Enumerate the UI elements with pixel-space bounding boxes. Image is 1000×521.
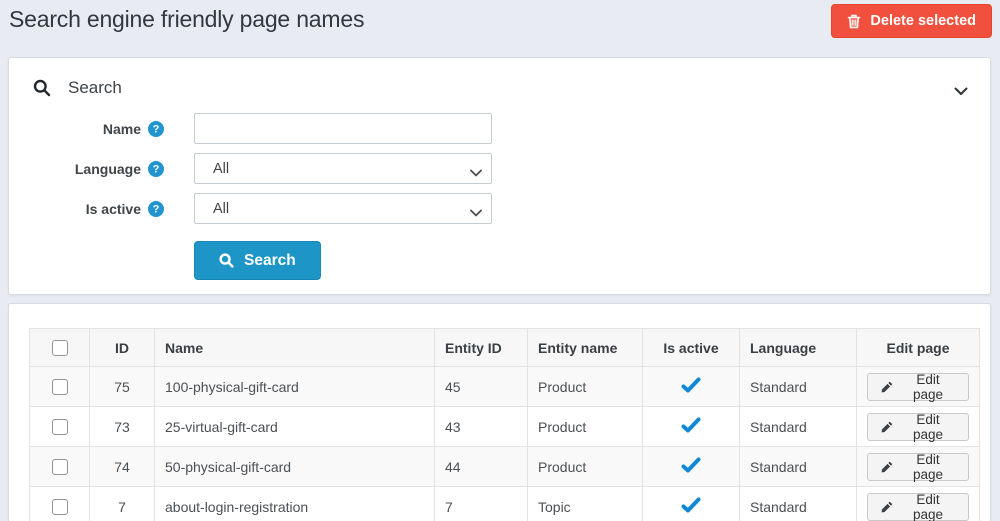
is-active-select[interactable]: All [194, 193, 492, 224]
cell-entity-name: Product [528, 407, 643, 447]
edit-page-button-label: Edit page [901, 452, 955, 482]
table-row: 75 100-physical-gift-card 45 Product Sta… [30, 367, 980, 407]
top-bar: Search engine friendly page names Delete… [0, 0, 1000, 52]
cell-id: 73 [90, 407, 155, 447]
column-header-language: Language [740, 329, 857, 367]
edit-page-button-label: Edit page [901, 492, 955, 521]
column-header-id: ID [90, 329, 155, 367]
search-panel-header[interactable]: Search [9, 58, 990, 104]
column-header-entity-id: Entity ID [435, 329, 528, 367]
is-active-field-row: Is active ? All [9, 193, 990, 224]
name-input[interactable] [194, 113, 492, 144]
column-header-edit-page: Edit page [857, 329, 980, 367]
cell-entity-name: Product [528, 367, 643, 407]
cell-language: Standard [740, 447, 857, 487]
pencil-icon [881, 421, 893, 433]
cell-name: about-login-registration [155, 487, 435, 521]
table-row: 73 25-virtual-gift-card 43 Product Stand… [30, 407, 980, 447]
row-checkbox[interactable] [52, 379, 68, 395]
table-header-row: ID Name Entity ID Entity name Is active … [30, 329, 980, 367]
edit-page-button[interactable]: Edit page [867, 453, 969, 481]
cell-name: 50-physical-gift-card [155, 447, 435, 487]
cell-id: 75 [90, 367, 155, 407]
cell-entity-name: Topic [528, 487, 643, 521]
language-field-label: Language [75, 161, 141, 177]
name-field-label: Name [103, 121, 141, 137]
column-header-is-active: Is active [643, 329, 740, 367]
check-icon [681, 417, 701, 433]
cell-id: 7 [90, 487, 155, 521]
delete-selected-label: Delete selected [870, 13, 976, 29]
check-icon [681, 377, 701, 393]
cell-language: Standard [740, 367, 857, 407]
language-field-row: Language ? All [9, 153, 990, 184]
edit-page-button[interactable]: Edit page [867, 373, 969, 401]
pencil-icon [881, 501, 893, 513]
edit-page-button[interactable]: Edit page [867, 413, 969, 441]
results-panel: ID Name Entity ID Entity name Is active … [8, 303, 991, 521]
check-icon [681, 457, 701, 473]
search-button-label: Search [244, 252, 296, 270]
language-field-label-wrap: Language ? [9, 161, 167, 177]
name-field-label-wrap: Name ? [9, 121, 167, 137]
cell-entity-id: 45 [435, 367, 528, 407]
question-circle-icon[interactable]: ? [148, 161, 164, 177]
column-header-name: Name [155, 329, 435, 367]
row-checkbox[interactable] [52, 459, 68, 475]
page: Search engine friendly page names Delete… [0, 0, 1000, 521]
language-select[interactable]: All [194, 153, 492, 184]
cell-language: Standard [740, 407, 857, 447]
search-panel: Search Name ? [8, 57, 991, 295]
is-active-field-label-wrap: Is active ? [9, 201, 167, 217]
edit-page-button[interactable]: Edit page [867, 493, 969, 521]
pencil-icon [881, 461, 893, 473]
cell-id: 74 [90, 447, 155, 487]
select-all-checkbox[interactable] [52, 340, 68, 356]
question-circle-icon[interactable]: ? [148, 121, 164, 137]
question-circle-icon[interactable]: ? [148, 201, 164, 217]
cell-entity-id: 43 [435, 407, 528, 447]
row-checkbox[interactable] [52, 499, 68, 515]
row-checkbox[interactable] [52, 419, 68, 435]
chevron-down-icon[interactable] [954, 83, 968, 101]
search-icon [219, 253, 234, 268]
results-table: ID Name Entity ID Entity name Is active … [29, 328, 980, 521]
column-header-entity-name: Entity name [528, 329, 643, 367]
edit-page-button-label: Edit page [901, 372, 955, 402]
check-icon [681, 497, 701, 513]
pencil-icon [881, 381, 893, 393]
delete-selected-button[interactable]: Delete selected [831, 4, 992, 38]
is-active-field-label: Is active [86, 201, 141, 217]
svg-text:?: ? [153, 203, 160, 215]
table-row: 74 50-physical-gift-card 44 Product Stan… [30, 447, 980, 487]
page-title: Search engine friendly page names [9, 6, 364, 33]
svg-text:?: ? [153, 163, 160, 175]
trash-icon [847, 14, 861, 29]
search-button[interactable]: Search [194, 241, 321, 280]
edit-page-button-label: Edit page [901, 412, 955, 442]
cell-entity-id: 7 [435, 487, 528, 521]
cell-language: Standard [740, 487, 857, 521]
cell-entity-name: Product [528, 447, 643, 487]
cell-name: 100-physical-gift-card [155, 367, 435, 407]
cell-name: 25-virtual-gift-card [155, 407, 435, 447]
table-body: 75 100-physical-gift-card 45 Product Sta… [30, 367, 980, 521]
cell-entity-id: 44 [435, 447, 528, 487]
search-icon [33, 79, 51, 97]
svg-text:?: ? [153, 123, 160, 135]
name-field-row: Name ? [9, 113, 990, 144]
search-panel-title: Search [68, 78, 122, 98]
table-row: 7 about-login-registration 7 Topic Stand… [30, 487, 980, 521]
